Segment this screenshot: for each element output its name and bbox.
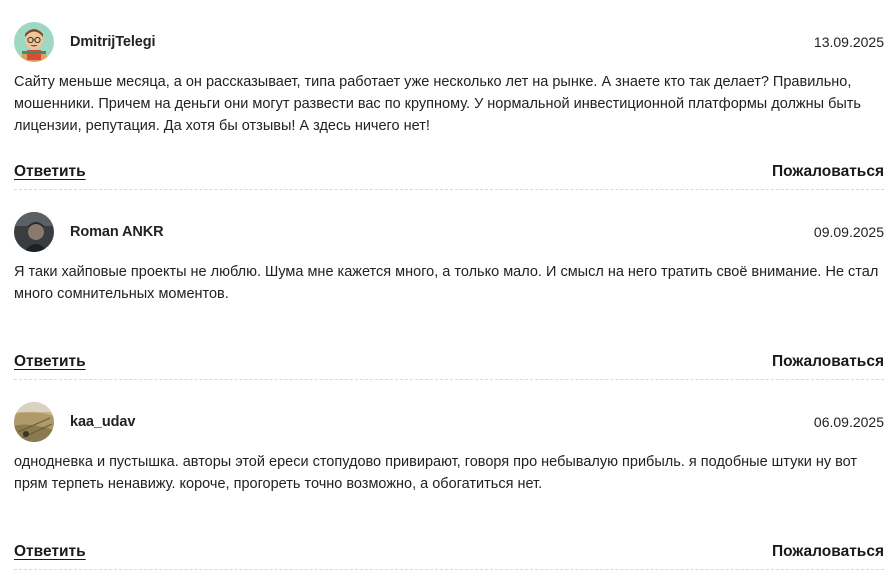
comment-date: 13.09.2025 [813, 34, 884, 50]
reply-button[interactable]: Ответить [14, 543, 86, 561]
comment-actions: Ответить Пожаловаться [14, 160, 884, 184]
comment-header: kaa_udav 06.09.2025 [14, 402, 884, 442]
comment-item: DmitrijTelegi 13.09.2025 Сайту меньше ме… [14, 0, 884, 190]
avatar[interactable] [14, 212, 54, 252]
comment-author: DmitrijTelegi [70, 34, 156, 50]
comment-text: Сайту меньше месяца, а он рассказывает, … [14, 74, 861, 134]
comment-date: 09.09.2025 [813, 224, 884, 240]
comment-author: kaa_udav [70, 414, 136, 430]
comment-item: Roman ANKR 09.09.2025 Я таки хайповые пр… [14, 190, 884, 380]
comment-header: DmitrijTelegi 13.09.2025 [14, 22, 884, 62]
comment-text: Я таки хайповые проекты не люблю. Шума м… [14, 264, 879, 302]
comment-date: 06.09.2025 [813, 414, 884, 430]
avatar[interactable] [14, 22, 54, 62]
report-button[interactable]: Пожаловаться [772, 163, 884, 181]
comment-actions: Ответить Пожаловаться [14, 350, 884, 374]
comment-item: kaa_udav 06.09.2025 однодневка и пустышк… [14, 380, 884, 570]
reply-button[interactable]: Ответить [14, 353, 86, 371]
cartoon-man-avatar-icon [14, 22, 54, 62]
report-button[interactable]: Пожаловаться [772, 353, 884, 371]
landscape-photo-avatar-icon [14, 402, 54, 442]
avatar[interactable] [14, 402, 54, 442]
comment-actions: Ответить Пожаловаться [14, 540, 884, 564]
comment-header: Roman ANKR 09.09.2025 [14, 212, 884, 252]
dark-photo-avatar-icon [14, 212, 54, 252]
reply-button[interactable]: Ответить [14, 163, 86, 181]
comment-author: Roman ANKR [70, 224, 164, 240]
comment-text: однодневка и пустышка. авторы этой ереси… [14, 454, 858, 492]
report-button[interactable]: Пожаловаться [772, 543, 884, 561]
comments-list: DmitrijTelegi 13.09.2025 Сайту меньше ме… [0, 0, 896, 570]
